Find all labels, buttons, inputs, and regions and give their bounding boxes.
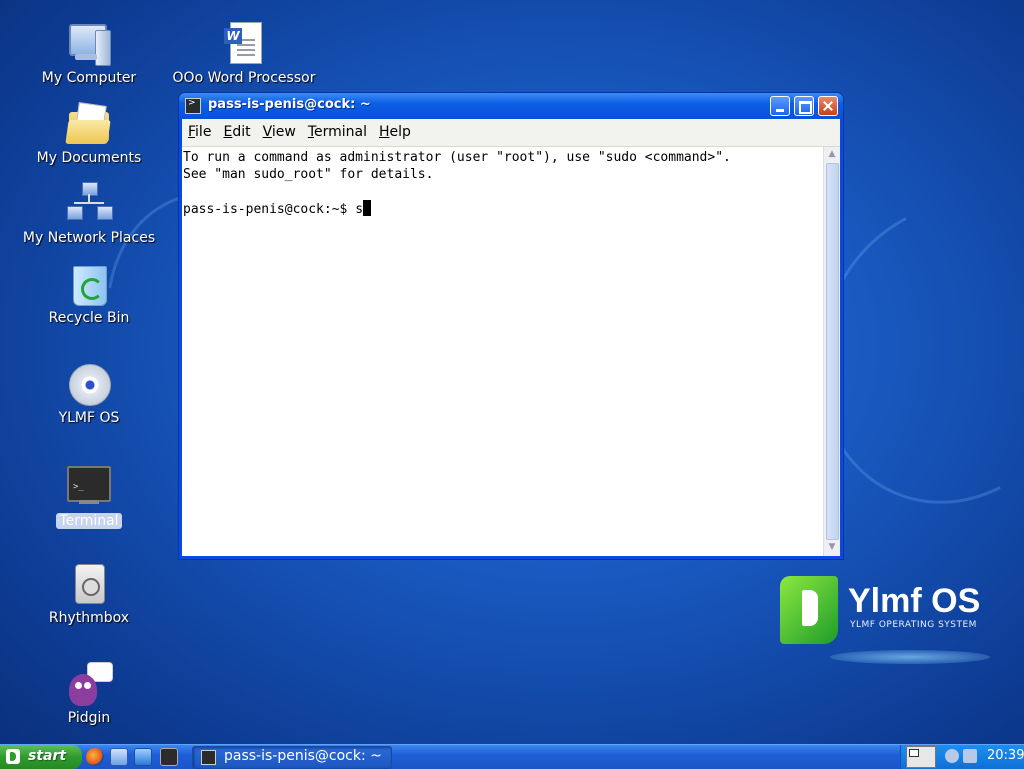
desktop-icon-label: My Network Places (22, 230, 156, 246)
recycle-bin-icon (65, 260, 113, 308)
menu-help[interactable]: Help (373, 119, 417, 140)
computer-icon (65, 20, 113, 68)
terminal-output[interactable]: To run a command as administrator (user … (182, 147, 824, 556)
terminal-icon (65, 460, 113, 508)
terminal-input[interactable]: s (355, 202, 363, 217)
terminal-window[interactable]: pass-is-penis@cock: ~ FileEditViewTermin… (179, 93, 843, 559)
ylmf-logo-icon (780, 576, 838, 644)
volume-icon[interactable] (945, 749, 959, 763)
window-titlebar[interactable]: pass-is-penis@cock: ~ (179, 93, 843, 119)
logo-glow (830, 650, 990, 664)
network-icon[interactable] (963, 749, 977, 763)
desktop-icon-terminal[interactable]: Terminal (14, 460, 164, 529)
menu-file[interactable]: File (182, 119, 217, 140)
desktop-icon-ooo-word-processor[interactable]: W OOo Word Processor (169, 20, 319, 86)
start-logo-icon (6, 749, 20, 764)
file-manager-icon[interactable] (110, 748, 128, 766)
logo-subtitle: YLMF OPERATING SYSTEM (850, 620, 977, 630)
scroll-up-arrow-icon[interactable]: ▲ (826, 149, 838, 161)
cd-disc-icon (65, 360, 113, 408)
window-title: pass-is-penis@cock: ~ (208, 97, 371, 112)
desktop-icon-label-selected: Terminal (56, 513, 122, 529)
terminal-icon (201, 750, 216, 765)
menu-edit[interactable]: Edit (217, 119, 256, 140)
desktop-icon-label: Rhythmbox (48, 610, 130, 626)
pidgin-icon (65, 660, 113, 708)
vertical-scrollbar[interactable]: ▲ ▼ (823, 147, 840, 556)
browser-icon[interactable] (134, 748, 152, 766)
workspace-switcher-icon[interactable] (906, 746, 936, 768)
menubar: File Edit View Terminal Help (182, 119, 840, 147)
taskbar-task-terminal[interactable]: pass-is-penis@cock: ~ (192, 746, 392, 769)
terminal-line: To run a command as administrator (user … (183, 150, 731, 165)
minimize-button[interactable] (770, 96, 790, 116)
desktop-icon-label: Pidgin (67, 710, 111, 726)
window-client: File Edit View Terminal Help To run a comman… (182, 119, 840, 556)
close-button[interactable] (818, 96, 838, 116)
desktop-icon-recycle-bin[interactable]: Recycle Bin (14, 260, 164, 326)
terminal-line: See "man sudo_root" for details. (183, 167, 434, 182)
desktop-icon-label: YLMF OS (58, 410, 120, 426)
desktop-icon-label: My Computer (41, 70, 137, 86)
folder-icon (65, 100, 113, 148)
logo-name: Ylmf OS (848, 582, 981, 620)
clock[interactable]: 20:39 (987, 748, 1024, 763)
scrollbar-thumb[interactable] (826, 163, 839, 540)
taskbar: start pass-is-penis@cock: ~ 20:39 (0, 744, 1024, 769)
desktop-icon-label: My Documents (36, 150, 142, 166)
system-tray: 20:39 (900, 745, 1024, 769)
terminal-icon (185, 98, 201, 114)
desktop-icon-my-network-places[interactable]: My Network Places (14, 180, 164, 246)
terminal-prompt-line: pass-is-penis@cock:~$ s (183, 200, 823, 218)
menu-view[interactable]: View (257, 119, 302, 140)
network-icon (65, 180, 113, 228)
desktop-icon-my-computer[interactable]: My Computer (14, 20, 164, 86)
desktop-icon-my-documents[interactable]: My Documents (14, 100, 164, 166)
terminal-cursor (363, 200, 372, 216)
desktop-icon-label: Recycle Bin (48, 310, 130, 326)
desktop-icon-pidgin[interactable]: Pidgin (14, 660, 164, 726)
desktop-icon-label: OOo Word Processor (172, 70, 316, 86)
firefox-icon[interactable] (86, 748, 104, 766)
desktop-icon-rhythmbox[interactable]: Rhythmbox (14, 560, 164, 626)
start-label: start (28, 748, 67, 764)
start-button[interactable]: start (0, 745, 82, 769)
rhythmbox-icon (65, 560, 113, 608)
maximize-button[interactable] (794, 96, 814, 116)
terminal-line-blank: ​ (183, 183, 823, 200)
terminal-prompt: pass-is-penis@cock:~$ (183, 202, 356, 217)
scroll-down-arrow-icon[interactable]: ▼ (826, 542, 838, 554)
terminal-launcher-icon[interactable] (160, 748, 178, 766)
word-document-icon: W (220, 20, 268, 68)
task-label: pass-is-penis@cock: ~ (224, 748, 382, 764)
desktop-icon-ylmf-os[interactable]: YLMF OS (14, 360, 164, 426)
menu-terminal[interactable]: Terminal (302, 119, 373, 140)
